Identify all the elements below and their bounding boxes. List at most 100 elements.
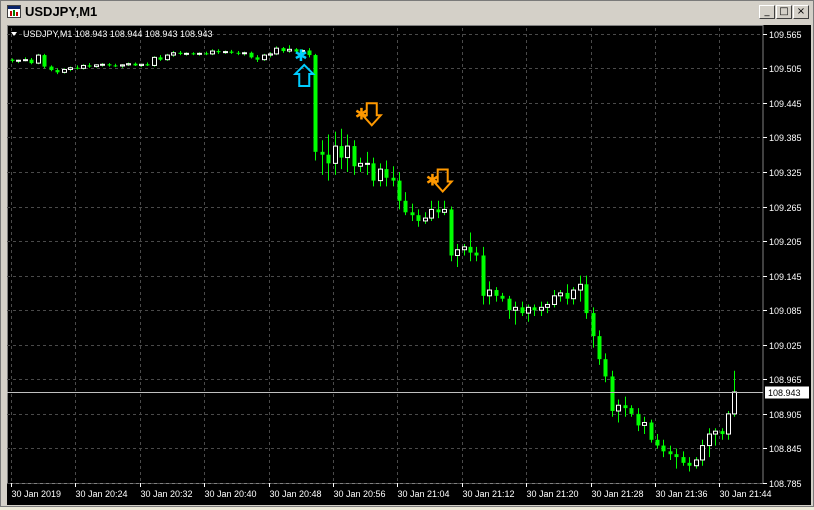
candle [474, 246, 479, 262]
candle [410, 203, 415, 221]
candle-body [455, 249, 460, 257]
candle [339, 128, 344, 170]
candle [94, 64, 99, 68]
price-label: 109.385 [769, 133, 802, 143]
candle-body [378, 168, 383, 182]
window-title: USDJPY,M1 [25, 4, 98, 19]
chart-area[interactable]: ✱ ✱ ✱ 109.565 109.505 109.445 109.385 109.325 1… [7, 25, 811, 505]
candle-body [365, 162, 370, 165]
time-label: 30 Jan 20:56 [334, 489, 386, 499]
candlestick-chart[interactable]: ✱ ✱ ✱ 109.565 109.505 109.445 109.385 109.325 1… [7, 25, 811, 505]
candle [287, 45, 292, 53]
price-label: 108.845 [769, 444, 802, 454]
price-label: 109.085 [769, 306, 802, 316]
candle [242, 51, 247, 56]
close-button[interactable]: × [793, 5, 809, 19]
candle [565, 284, 570, 305]
price-label: 109.445 [769, 99, 802, 109]
candle [720, 428, 725, 440]
chart-window: USDJPY,M1 _ □ × ✱ ✱ ✱ 109.565 109.505 109.44… [0, 0, 814, 507]
candle-body [713, 430, 718, 435]
candle-body [700, 445, 705, 461]
chart-header: USDJPY,M1 108.943 108.944 108.943 108.94… [23, 29, 212, 39]
candle-body [526, 306, 531, 314]
candle-body [197, 52, 202, 55]
candle [107, 63, 112, 67]
candle-body [539, 306, 544, 311]
candle [610, 370, 615, 417]
candle-body [591, 313, 596, 337]
title-bar[interactable]: USDJPY,M1 _ □ × [3, 3, 811, 21]
candle [713, 428, 718, 446]
candle-body [694, 459, 699, 467]
candle [603, 353, 608, 383]
candle [700, 439, 705, 466]
candle [397, 171, 402, 210]
candle-body [133, 63, 138, 66]
candle-body [481, 255, 486, 296]
sell-arrow-icon: ✱ [355, 102, 383, 127]
price-label: 109.565 [769, 30, 802, 40]
candle [352, 140, 357, 175]
candle [636, 408, 641, 432]
candle-body [49, 66, 54, 71]
candle [229, 49, 234, 54]
candle [313, 53, 318, 161]
candle [236, 51, 241, 56]
price-label: 109.325 [769, 168, 802, 178]
candle-body [255, 57, 260, 60]
candle-body [165, 54, 170, 61]
candle [455, 243, 460, 268]
candle [481, 246, 486, 305]
candle-body [307, 50, 312, 56]
candle [255, 55, 260, 62]
candle-body [313, 55, 318, 152]
candle-body [558, 292, 563, 297]
candle [578, 275, 583, 302]
candle [468, 232, 473, 262]
candle [184, 52, 189, 56]
candle [358, 157, 363, 172]
time-label: 30 Jan 21:36 [656, 489, 708, 499]
candle [416, 209, 421, 227]
candle [378, 163, 383, 187]
candle-body [603, 359, 608, 377]
candle-body [268, 53, 273, 56]
maximize-button[interactable]: □ [776, 5, 792, 19]
candle [158, 55, 163, 61]
candle-body [242, 52, 247, 55]
time-label: 30 Jan 20:40 [205, 489, 257, 499]
candle [75, 65, 80, 70]
candle [487, 281, 492, 305]
candle [333, 131, 338, 175]
candle-body [726, 413, 731, 435]
candle [462, 243, 467, 256]
candle-body [94, 64, 99, 68]
candle-body [565, 292, 570, 299]
price-label: 108.785 [769, 479, 802, 489]
candle-body [681, 457, 686, 463]
candle [29, 57, 34, 65]
candle [165, 53, 170, 61]
candle [732, 370, 737, 417]
candle-body [10, 59, 15, 61]
time-label: 30 Jan 21:12 [463, 489, 515, 499]
candle-body [403, 200, 408, 213]
candle [178, 51, 183, 56]
candle-body [262, 54, 267, 61]
candle [191, 52, 196, 56]
candle-body [75, 67, 80, 69]
candle-body [145, 64, 150, 66]
candle [345, 134, 350, 172]
candle-body [126, 63, 131, 66]
candle [449, 206, 454, 262]
price-label: 109.265 [769, 203, 802, 213]
candle [429, 200, 434, 221]
candle [62, 68, 67, 74]
candle [262, 53, 267, 61]
candle-body [204, 53, 209, 55]
candle-body [661, 445, 666, 452]
time-label: 30 Jan 20:32 [141, 489, 193, 499]
candle [133, 62, 138, 67]
minimize-button[interactable]: _ [759, 5, 775, 19]
